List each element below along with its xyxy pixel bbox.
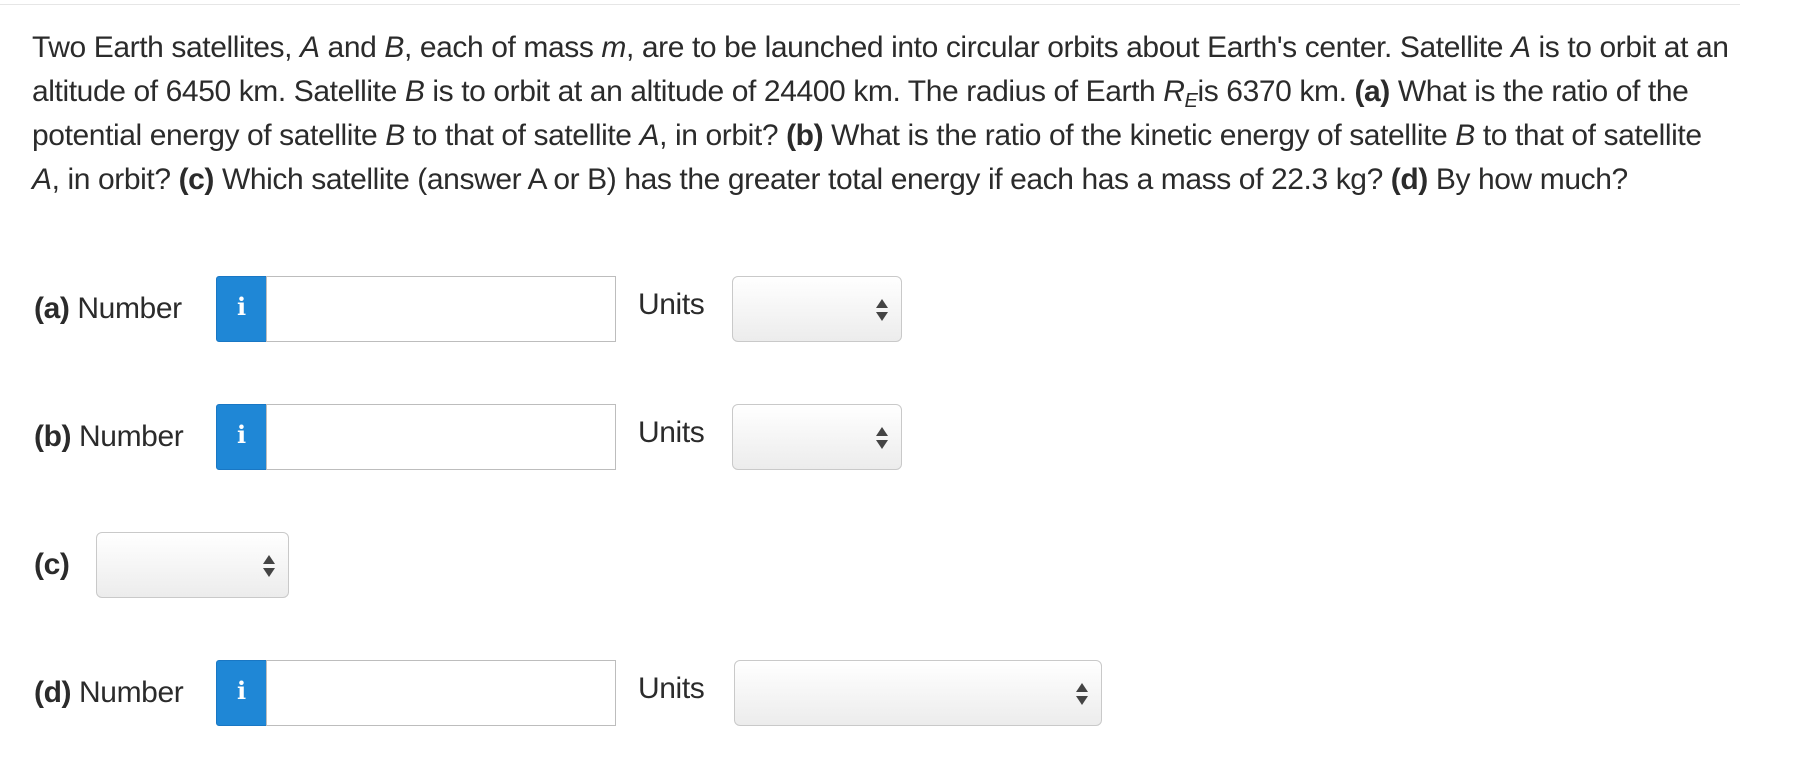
question-text: Two Earth satellites, A and B, each of m… bbox=[32, 31, 1729, 196]
part-c-row: (c) bbox=[0, 532, 1100, 598]
info-icon: i bbox=[236, 292, 247, 321]
up-down-arrows-icon bbox=[876, 427, 888, 449]
part-a-number-input[interactable] bbox=[266, 276, 616, 342]
part-b-units-select[interactable] bbox=[732, 404, 902, 470]
part-d-number-input[interactable] bbox=[266, 660, 616, 726]
part-d-units-select[interactable] bbox=[734, 660, 1102, 726]
part-a-info-button[interactable]: i bbox=[216, 276, 267, 342]
part-d-label: (d) Number bbox=[34, 676, 184, 709]
part-b-row: (b) Number i Units bbox=[0, 404, 1100, 470]
part-b-info-button[interactable]: i bbox=[216, 404, 267, 470]
up-down-arrows-icon bbox=[1076, 683, 1088, 705]
up-down-arrows-icon bbox=[263, 555, 275, 577]
part-a-label: (a) Number bbox=[34, 292, 182, 325]
up-down-arrows-icon bbox=[876, 299, 888, 321]
part-d-row: (d) Number i Units bbox=[0, 660, 1102, 726]
part-a-units-select[interactable] bbox=[732, 276, 902, 342]
part-d-units-label: Units bbox=[638, 672, 705, 705]
part-d-info-button[interactable]: i bbox=[216, 660, 267, 726]
part-b-number-input[interactable] bbox=[266, 404, 616, 470]
info-icon: i bbox=[236, 676, 247, 705]
top-divider bbox=[0, 4, 1740, 5]
info-icon: i bbox=[236, 420, 247, 449]
part-c-label: (c) bbox=[34, 548, 70, 581]
part-b-units-label: Units bbox=[638, 416, 705, 449]
part-c-answer-select[interactable] bbox=[96, 532, 289, 598]
part-a-row: (a) Number i Units bbox=[0, 276, 1100, 342]
part-a-units-label: Units bbox=[638, 288, 705, 321]
part-b-label: (b) Number bbox=[34, 420, 184, 453]
